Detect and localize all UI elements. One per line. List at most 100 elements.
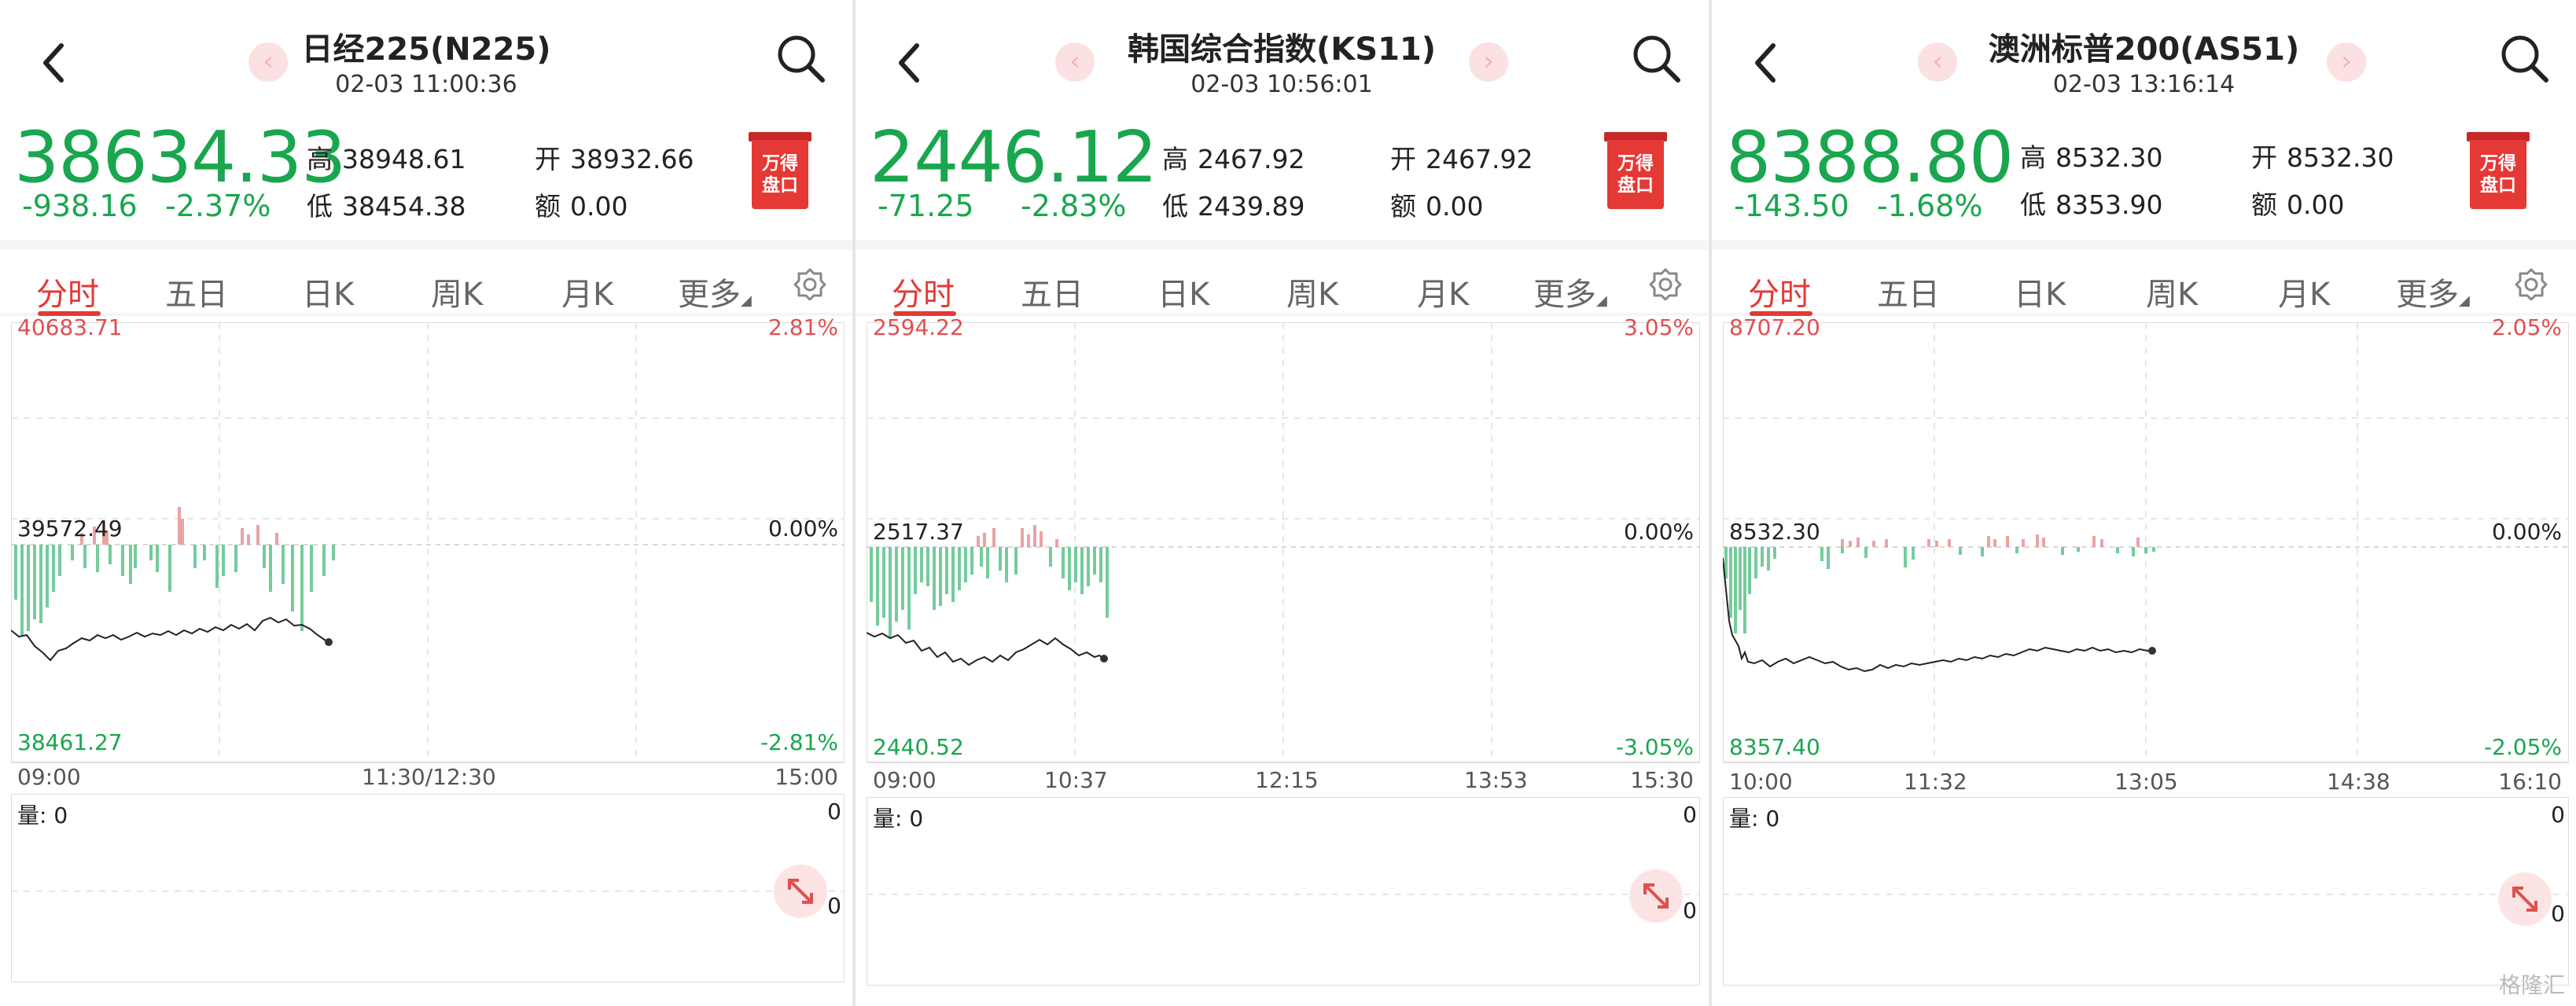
panel-as51: ‹ › 澳洲标普200(AS51) 02-03 13:16:14 8388.80… [1712, 0, 2576, 1006]
price-change: -938.16 [22, 189, 138, 223]
axis-bottom-pct: -2.81% [760, 729, 838, 755]
high-stat: 高 38948.61 [307, 144, 466, 174]
volume-min: 0 [827, 893, 841, 919]
volume-min: 0 [1683, 898, 1697, 923]
time-tick: 10:00 [1729, 769, 1793, 795]
time-tick: 11:32 [1904, 769, 1967, 795]
period-tabs: 分时 五日 日K 周K 月K 更多◢ [1712, 250, 2576, 316]
time-tick: 13:05 [2114, 769, 2178, 795]
time-tick: 10:37 [1044, 767, 1108, 793]
volume-chart [1723, 797, 2569, 986]
axis-bottom-price: 8357.40 [1729, 734, 1820, 760]
open-stat: 开 2467.92 [1390, 144, 1533, 174]
low-stat: 低 38454.38 [307, 191, 466, 222]
axis-mid-price: 8532.30 [1729, 519, 1820, 545]
high-stat: 高 2467.92 [1162, 144, 1305, 174]
tab-5day[interactable]: 五日 [1877, 269, 1940, 314]
low-stat: 低 2439.89 [1162, 191, 1305, 222]
watermark: 格隆汇 [2498, 972, 2565, 998]
price-line [11, 616, 329, 662]
update-time: 02-03 11:00:36 [335, 71, 517, 98]
time-tick: 12:15 [1255, 767, 1319, 793]
tab-monthly-k[interactable]: 月K [1417, 269, 1469, 314]
tab-daily-k[interactable]: 日K [1157, 269, 1209, 314]
gear-icon[interactable] [1648, 267, 1683, 302]
time-tick: 16:10 [2498, 769, 2562, 795]
axis-bottom-pct: -2.05% [2483, 734, 2562, 760]
expand-icon[interactable] [1629, 869, 1683, 923]
axis-bottom-price: 2440.52 [873, 734, 964, 760]
tab-monthly-k[interactable]: 月K [2278, 269, 2330, 314]
expand-icon[interactable] [774, 865, 827, 918]
intraday-chart[interactable] [1723, 322, 2569, 794]
search-icon[interactable] [1629, 31, 1684, 86]
amount-stat: 额 0.00 [2251, 189, 2345, 220]
volume-max: 0 [827, 799, 841, 824]
volume-min: 0 [2551, 901, 2565, 927]
intraday-chart[interactable] [11, 322, 845, 794]
tab-more[interactable]: 更多◢ [1533, 269, 1607, 314]
axis-top-price: 8707.20 [1729, 314, 1820, 340]
volume-chart [867, 797, 1700, 986]
tab-daily-k[interactable]: 日K [302, 269, 354, 314]
axis-top-price: 40683.71 [17, 314, 123, 340]
wind-quote-badge[interactable]: 万得 盘口 [1604, 132, 1667, 209]
axis-top-price: 2594.22 [873, 314, 964, 340]
volume-label: 量: 0 [1729, 806, 1780, 832]
tab-daily-k[interactable]: 日K [2014, 269, 2066, 314]
tab-intraday[interactable]: 分时 [36, 269, 99, 314]
panel-n225: ‹ 日经225(N225) 02-03 11:00:36 38634.33 -9… [0, 0, 852, 1006]
time-tick: 14:38 [2327, 769, 2390, 795]
expand-icon[interactable] [2498, 872, 2552, 926]
tab-intraday[interactable]: 分时 [892, 269, 955, 314]
tab-weekly-k[interactable]: 周K [2146, 269, 2198, 314]
period-tabs: 分时 五日 日K 周K 月K 更多◢ [0, 250, 852, 316]
axis-top-pct: 2.05% [2492, 314, 2562, 340]
price-change-pct: -1.68% [1877, 189, 1983, 223]
tab-weekly-k[interactable]: 周K [431, 269, 483, 314]
last-price: 38634.33 [14, 116, 346, 199]
search-icon[interactable] [2497, 31, 2552, 86]
price-line [1723, 557, 2152, 673]
period-tabs: 分时 五日 日K 周K 月K 更多◢ [856, 250, 1708, 316]
tab-more[interactable]: 更多◢ [2396, 269, 2470, 314]
volume-label: 量: 0 [17, 802, 68, 828]
open-stat: 开 8532.30 [2251, 142, 2394, 173]
intraday-chart[interactable] [867, 322, 1700, 794]
wind-quote-badge[interactable]: 万得 盘口 [2467, 132, 2530, 209]
amount-stat: 额 0.00 [1390, 191, 1484, 222]
last-price: 2446.12 [870, 116, 1157, 199]
axis-mid-price: 2517.37 [873, 519, 964, 545]
update-time: 02-03 13:16:14 [2052, 71, 2236, 98]
axis-mid-pct: 0.00% [1624, 519, 1694, 545]
gear-icon[interactable] [793, 267, 827, 302]
tab-monthly-k[interactable]: 月K [561, 269, 613, 314]
low-stat: 低 8353.90 [2020, 189, 2163, 220]
tab-5day[interactable]: 五日 [165, 269, 228, 314]
volume-max: 0 [2551, 802, 2565, 828]
high-stat: 高 8532.30 [2020, 142, 2163, 173]
time-tick: 15:00 [775, 764, 838, 790]
wind-quote-badge[interactable]: 万得 盘口 [749, 132, 811, 209]
tab-intraday[interactable]: 分时 [1748, 269, 1811, 314]
volume-label: 量: 0 [873, 806, 924, 832]
last-price: 8388.80 [1726, 116, 2014, 199]
price-change: -143.50 [1734, 189, 1849, 223]
volume-chart [11, 794, 845, 982]
page-title: 日经225(N225) [301, 31, 551, 68]
axis-top-pct: 3.05% [1624, 314, 1694, 340]
tab-5day[interactable]: 五日 [1021, 269, 1084, 314]
time-tick: 13:53 [1464, 767, 1528, 793]
tab-weekly-k[interactable]: 周K [1286, 269, 1338, 314]
axis-mid-pct: 0.00% [2492, 519, 2562, 545]
volume-max: 0 [1683, 802, 1697, 828]
time-tick: 11:30/12:30 [362, 764, 496, 790]
tab-more[interactable]: 更多◢ [678, 269, 752, 314]
axis-top-pct: 2.81% [768, 314, 838, 340]
price-change-pct: -2.83% [1021, 189, 1127, 223]
price-line [867, 632, 1105, 666]
amount-stat: 额 0.00 [535, 191, 628, 222]
search-icon[interactable] [774, 31, 829, 86]
gear-icon[interactable] [2514, 267, 2548, 302]
price-change: -71.25 [878, 189, 974, 223]
